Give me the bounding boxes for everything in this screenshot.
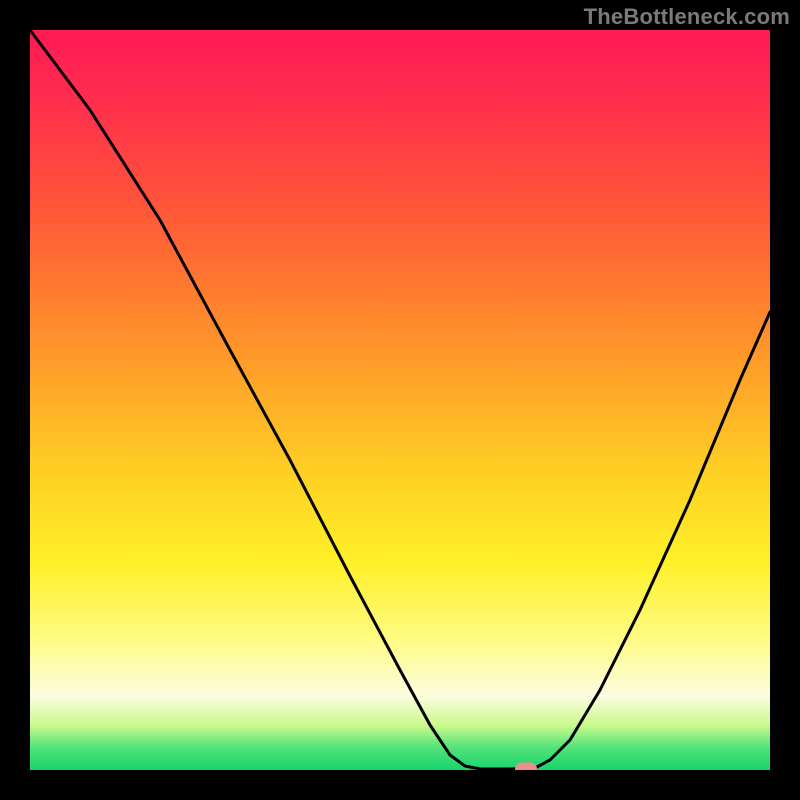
optimal-point-marker bbox=[515, 763, 537, 771]
plot-area bbox=[30, 30, 770, 770]
chart-frame: TheBottleneck.com bbox=[0, 0, 800, 800]
curve-path bbox=[30, 30, 770, 769]
bottleneck-curve bbox=[30, 30, 770, 770]
watermark-text: TheBottleneck.com bbox=[584, 4, 790, 30]
